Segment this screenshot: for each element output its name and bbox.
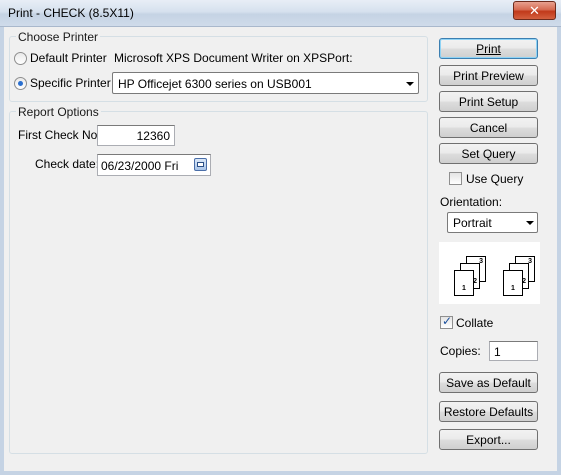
cancel-button-label: Cancel — [469, 120, 508, 135]
orientation-label: Orientation: — [440, 195, 503, 209]
report-options-legend: Report Options — [16, 105, 101, 119]
first-check-input[interactable]: 12360 — [97, 125, 175, 146]
collate-label[interactable]: Collate — [456, 316, 493, 330]
close-button[interactable]: ✕ — [513, 1, 556, 20]
print-button[interactable]: Print — [439, 38, 538, 59]
orientation-value: Portrait — [453, 216, 492, 230]
check-date-input[interactable]: 06/23/2000 Fri — [97, 154, 211, 176]
print-setup-button[interactable]: Print Setup — [439, 91, 538, 112]
collate-preview: 3 2 1 3 2 1 — [439, 242, 540, 304]
use-query-label[interactable]: Use Query — [466, 172, 523, 186]
copies-label: Copies: — [440, 344, 481, 358]
calendar-icon[interactable] — [194, 158, 207, 171]
set-query-button[interactable]: Set Query — [439, 143, 538, 164]
default-printer-radio[interactable] — [14, 52, 27, 65]
window-frame-right — [557, 27, 561, 475]
print-button-label: Print — [476, 41, 501, 56]
save-as-default-button[interactable]: Save as Default — [439, 372, 538, 393]
chevron-down-icon — [526, 221, 534, 225]
collate-page: 1 — [454, 270, 474, 296]
set-query-button-label: Set Query — [461, 146, 516, 161]
export-button-label: Export... — [466, 432, 511, 447]
cancel-button[interactable]: Cancel — [439, 117, 538, 138]
specific-printer-label[interactable]: Specific Printer — [30, 76, 111, 90]
specific-printer-select[interactable]: HP Officejet 6300 series on USB001 — [112, 72, 419, 94]
copies-value: 1 — [494, 345, 501, 359]
orientation-select[interactable]: Portrait — [447, 212, 538, 233]
window-frame-bottom — [0, 471, 561, 475]
check-date-value: 06/23/2000 Fri — [101, 159, 179, 173]
copies-input[interactable]: 1 — [489, 341, 538, 361]
print-preview-button-label: Print Preview — [453, 68, 524, 83]
close-icon: ✕ — [529, 2, 540, 18]
print-setup-button-label: Print Setup — [458, 94, 519, 109]
default-printer-label[interactable]: Default Printer — [30, 51, 107, 65]
choose-printer-legend: Choose Printer — [16, 30, 101, 44]
window-title: Print - CHECK (8.5X11) — [8, 6, 134, 20]
collate-page: 1 — [503, 270, 523, 296]
collate-checkbox[interactable]: ✓ — [440, 314, 453, 329]
specific-printer-radio[interactable] — [14, 77, 27, 90]
print-preview-button[interactable]: Print Preview — [439, 65, 538, 86]
first-check-label: First Check No.: — [18, 128, 105, 142]
chevron-down-icon — [406, 82, 414, 86]
use-query-checkbox[interactable] — [449, 172, 462, 185]
collate-page-number: 1 — [462, 285, 466, 292]
restore-defaults-button[interactable]: Restore Defaults — [439, 401, 538, 422]
checkmark-icon: ✓ — [442, 314, 453, 328]
save-as-default-button-label: Save as Default — [446, 375, 531, 390]
restore-defaults-button-label: Restore Defaults — [443, 404, 534, 419]
first-check-value: 12360 — [136, 129, 170, 143]
check-date-label: Check date: — [35, 157, 100, 171]
specific-printer-value: HP Officejet 6300 series on USB001 — [118, 77, 312, 91]
export-button[interactable]: Export... — [439, 429, 538, 450]
collate-page-number: 1 — [511, 285, 515, 292]
default-printer-name: Microsoft XPS Document Writer on XPSPort… — [114, 51, 353, 65]
